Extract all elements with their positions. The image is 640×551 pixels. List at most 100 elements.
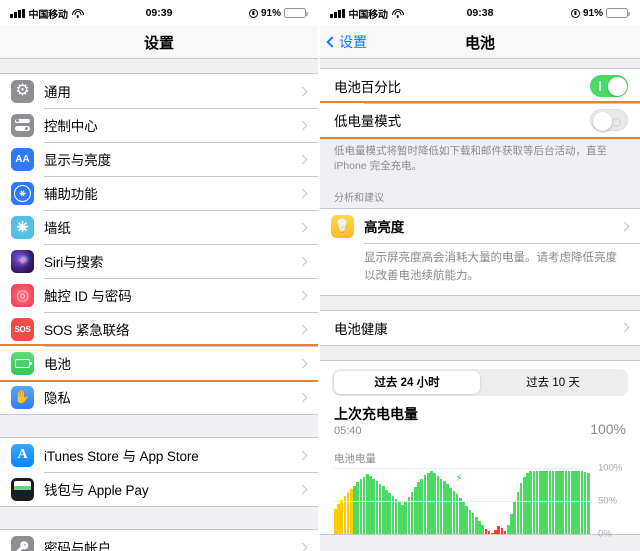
chevron-right-icon xyxy=(297,222,308,232)
sidebar-item-battery[interactable]: 电池 xyxy=(0,344,318,382)
segment-last-10-days[interactable]: 过去 10 天 xyxy=(480,371,626,394)
chevron-right-icon xyxy=(297,450,308,460)
group-gap-1 xyxy=(0,415,318,437)
group-gap-b xyxy=(320,346,640,360)
time-range-segmented-control-wrap: 过去 24 小时 过去 10 天 xyxy=(320,360,640,400)
battery-percentage-toggle[interactable] xyxy=(590,75,628,97)
battery-icon xyxy=(606,8,630,18)
sidebar-item-itunes-app-store[interactable]: iTunes Store 与 App Store xyxy=(0,438,318,472)
sidebar-item-label: 显示与亮度 xyxy=(44,153,111,168)
sidebar-item-display-brightness[interactable]: AA 显示与亮度 xyxy=(0,142,318,176)
chart-area: ⚡ 100% 50% 0% xyxy=(334,462,630,539)
page-title: 电池 xyxy=(464,34,495,52)
siri-icon xyxy=(11,249,34,273)
battery-percentage-row[interactable]: 电池百分比 xyxy=(320,69,640,103)
right-status-bar: 中国移动 09:38 91% xyxy=(320,0,640,26)
chevron-right-icon xyxy=(297,484,308,494)
left-status-bar: 中国移动 09:39 91% xyxy=(0,0,318,26)
sidebar-item-label: Siri与搜索 xyxy=(44,255,104,270)
right-nav-bar: 设置 电池 xyxy=(320,26,640,59)
chevron-right-icon xyxy=(297,290,308,300)
chart-y-tick-label: 50% xyxy=(598,495,618,507)
battery-icon xyxy=(284,8,308,18)
sidebar-item-passwords-accounts[interactable]: 密码与帐户 xyxy=(0,530,318,551)
gear-icon xyxy=(11,79,34,103)
sidebar-item-siri-search[interactable]: Siri与搜索 xyxy=(0,244,318,278)
chart-title: 电池电量 xyxy=(334,452,376,465)
chevron-right-icon xyxy=(297,256,308,266)
row-label: 电池健康 xyxy=(334,321,388,337)
sidebar-item-control-center[interactable]: 控制中心 xyxy=(0,108,318,142)
accessibility-icon: ⚹ xyxy=(11,181,34,205)
analysis-group: 高亮度 显示屏亮度高会消耗大量的电量。请考虑降低亮度以改善电池续航能力。 xyxy=(320,208,640,296)
chevron-right-icon xyxy=(297,542,308,551)
left-nav-bar: 设置 xyxy=(0,26,318,59)
chart-plot: ⚡ xyxy=(334,467,590,534)
rotation-lock-icon xyxy=(248,8,258,18)
last-charge-title: 上次充电电量 xyxy=(334,405,418,422)
chevron-right-icon xyxy=(297,86,308,96)
list-top-gap xyxy=(0,59,318,73)
sidebar-item-privacy[interactable]: 隐私 xyxy=(0,380,318,414)
page-title: 设置 xyxy=(143,34,174,52)
dual-screenshot-container: 中国移动 09:39 91% 设置 通用 xyxy=(0,0,640,551)
last-charge-row: 上次充电电量 05:40 100% xyxy=(320,399,640,445)
sidebar-item-label: 辅助功能 xyxy=(44,187,98,202)
chart-gridline xyxy=(334,500,590,502)
battery-percent-label: 91% xyxy=(260,7,281,19)
app-store-icon xyxy=(11,443,34,467)
row-label: 低电量模式 xyxy=(334,114,401,129)
chevron-right-icon xyxy=(297,392,308,402)
wallpaper-icon xyxy=(11,215,34,239)
battery-icon xyxy=(11,351,34,375)
battery-settings-list[interactable]: 电池百分比 低电量模式 低电量模式将暂时降低如下载和邮件获取等后台活动，直至 i… xyxy=(320,59,640,551)
right-phone-screen: 中国移动 09:38 91% 设置 电池 电池百分比 低电量模式 低电量模式将暂… xyxy=(320,0,640,551)
low-power-mode-row[interactable]: 低电量模式 xyxy=(320,101,640,139)
lightbulb-icon xyxy=(331,214,354,238)
back-button[interactable]: 设置 xyxy=(326,32,367,52)
row-label: 电池百分比 xyxy=(334,80,401,95)
last-charge-time: 05:40 xyxy=(334,424,362,437)
sidebar-item-label: 密码与帐户 xyxy=(44,541,111,551)
battery-health-row[interactable]: 电池健康 xyxy=(320,310,640,345)
chart-gridline xyxy=(334,467,590,469)
row-label: 高亮度 xyxy=(364,220,405,236)
chevron-right-icon xyxy=(297,358,308,368)
last-charge-text-block: 上次充电电量 05:40 xyxy=(334,404,418,437)
time-range-segmented-control[interactable]: 过去 24 小时 过去 10 天 xyxy=(332,368,628,396)
settings-group-3: 密码与帐户 xyxy=(0,529,318,551)
group-gap-2 xyxy=(0,507,318,529)
chevron-right-icon xyxy=(297,324,308,334)
chevron-right-icon xyxy=(619,221,630,232)
sidebar-item-wallet-apple-pay[interactable]: 钱包与 Apple Pay xyxy=(0,472,318,506)
chevron-right-icon xyxy=(619,322,630,333)
usage-group: 过去 24 小时 过去 10 天 上次充电电量 05:40 100% 电池电量 … xyxy=(320,359,640,539)
touch-id-icon xyxy=(11,283,34,307)
chevron-left-icon xyxy=(326,36,338,48)
high-brightness-row[interactable]: 高亮度 xyxy=(320,209,640,244)
sidebar-item-sos[interactable]: SOS SOS 紧急联络 xyxy=(0,312,318,346)
sidebar-item-wallpaper[interactable]: 墙纸 xyxy=(0,210,318,244)
sidebar-item-label: SOS 紧急联络 xyxy=(44,323,130,338)
left-phone-screen: 中国移动 09:39 91% 设置 通用 xyxy=(0,0,320,551)
status-right-cluster: 91% xyxy=(570,8,630,19)
sidebar-item-general[interactable]: 通用 xyxy=(0,74,318,108)
status-right-cluster: 91% xyxy=(248,7,308,19)
low-power-mode-toggle[interactable] xyxy=(590,109,628,131)
battery-toggles-group: 电池百分比 低电量模式 xyxy=(320,68,640,139)
battery-health-group: 电池健康 xyxy=(320,309,640,346)
chevron-right-icon xyxy=(297,120,308,130)
sidebar-item-label: 通用 xyxy=(44,85,71,100)
sidebar-item-label: 电池 xyxy=(44,357,71,372)
settings-group-1: 通用 控制中心 AA 显示与亮度 ⚹ xyxy=(0,73,318,415)
sidebar-item-touch-id-passcode[interactable]: 触控 ID 与密码 xyxy=(0,278,318,312)
sidebar-item-label: 隐私 xyxy=(44,391,71,406)
sidebar-item-label: iTunes Store 与 App Store xyxy=(44,449,199,464)
sidebar-item-label: 钱包与 Apple Pay xyxy=(44,483,149,498)
left-settings-list[interactable]: 通用 控制中心 AA 显示与亮度 ⚹ xyxy=(0,59,318,551)
sidebar-item-accessibility[interactable]: ⚹ 辅助功能 xyxy=(0,176,318,210)
segment-last-24-hours[interactable]: 过去 24 小时 xyxy=(334,370,480,394)
last-charge-percent: 100% xyxy=(590,420,626,437)
wallet-icon xyxy=(11,477,34,501)
sidebar-item-label: 控制中心 xyxy=(44,119,98,134)
